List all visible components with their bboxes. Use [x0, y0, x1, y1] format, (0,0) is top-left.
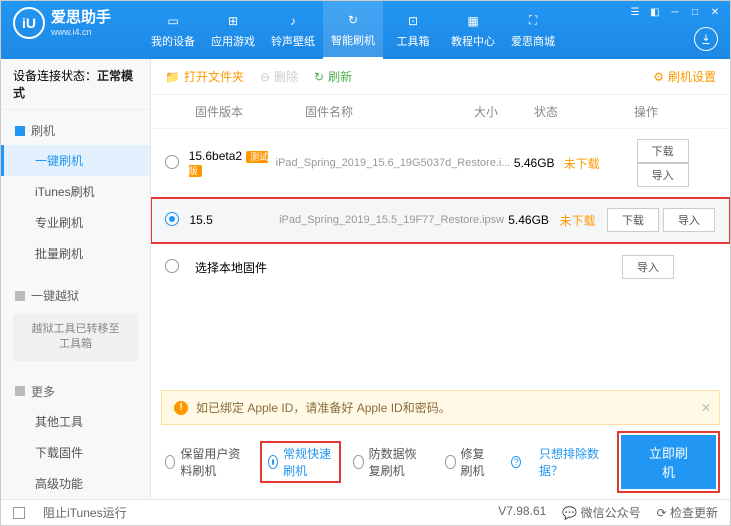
- block-itunes-checkbox[interactable]: [13, 507, 25, 519]
- col-version: 固件版本: [195, 103, 305, 120]
- appleid-warning: ! 如已绑定 Apple ID，请准备好 Apple ID和密码。 ✕: [161, 390, 720, 425]
- nav-3[interactable]: ↻智能刷机: [323, 1, 383, 59]
- wechat-link[interactable]: 💬 微信公众号: [562, 504, 640, 521]
- row-size: 5.46GB: [504, 213, 553, 227]
- firmware-row[interactable]: 15.5iPad_Spring_2019_15.5_19F77_Restore.…: [151, 198, 730, 243]
- sidebar-item-iTunes刷机[interactable]: iTunes刷机: [1, 176, 150, 207]
- row-status: 未下载: [558, 155, 605, 172]
- mode-option-1[interactable]: 常规快速刷机: [260, 441, 341, 483]
- nav-0[interactable]: ▭我的设备: [143, 1, 203, 59]
- statusbar: 阻止iTunes运行 V7.98.61 💬 微信公众号 ⟳ 检查更新: [1, 499, 730, 525]
- row-radio[interactable]: [165, 155, 179, 169]
- sidebar-head-more[interactable]: 更多: [1, 377, 150, 406]
- app-url: www.i4.cn: [51, 27, 111, 38]
- toolbar: 📁 打开文件夹 ⊖ 删除 ↻ 刷新 ⚙ 刷机设置: [151, 59, 730, 95]
- connection-status: 设备连接状态：正常模式: [1, 59, 150, 110]
- warning-close-icon[interactable]: ✕: [701, 401, 711, 415]
- import-button[interactable]: 导入: [663, 208, 715, 232]
- sidebar-head-jailbreak[interactable]: 一键越狱: [1, 281, 150, 310]
- nav-icon-3: ↻: [344, 11, 362, 29]
- import-button[interactable]: 导入: [637, 163, 689, 187]
- sidebar-item-高级功能[interactable]: 高级功能: [1, 468, 150, 499]
- row-filename: iPad_Spring_2019_15.5_19F77_Restore.ipsw: [279, 214, 504, 226]
- firmware-row[interactable]: 15.6beta2测试版iPad_Spring_2019_15.6_19G503…: [151, 129, 730, 198]
- exclude-data-link[interactable]: 只想排除数据？: [539, 445, 603, 479]
- download-icon[interactable]: [694, 27, 718, 51]
- nav-icon-6: ⛶: [524, 12, 542, 30]
- sidebar-item-其他工具[interactable]: 其他工具: [1, 406, 150, 437]
- local-import-button[interactable]: 导入: [622, 255, 674, 279]
- app-title: 爱思助手: [51, 9, 111, 27]
- check-update-link[interactable]: ⟳ 检查更新: [657, 504, 718, 521]
- delete-button[interactable]: ⊖ 删除: [260, 68, 298, 85]
- titlebar: iU 爱思助手 www.i4.cn ▭我的设备⊞应用游戏♪铃声壁纸↻智能刷机⊡工…: [1, 1, 730, 59]
- row-radio[interactable]: [165, 212, 179, 226]
- mode-option-0[interactable]: 保留用户资料刷机: [165, 445, 248, 479]
- col-ops: 操作: [576, 103, 716, 120]
- col-status: 状态: [516, 103, 576, 120]
- sidebar-item-一键刷机[interactable]: 一键刷机: [1, 145, 150, 176]
- main-nav: ▭我的设备⊞应用游戏♪铃声壁纸↻智能刷机⊡工具箱▦教程中心⛶爱思商城: [143, 1, 563, 59]
- nav-icon-0: ▭: [164, 12, 182, 30]
- col-name: 固件名称: [305, 103, 456, 120]
- row-size: 5.46GB: [511, 156, 558, 170]
- minimize-icon[interactable]: ─: [666, 5, 684, 19]
- row-status: 未下载: [553, 212, 602, 229]
- nav-5[interactable]: ▦教程中心: [443, 1, 503, 59]
- row-version: 15.5: [189, 213, 279, 227]
- flash-settings-button[interactable]: ⚙ 刷机设置: [653, 68, 716, 85]
- theme-icon[interactable]: ◧: [646, 5, 664, 19]
- nav-icon-4: ⊡: [404, 12, 422, 30]
- sidebar-head-flash[interactable]: 刷机: [1, 116, 150, 145]
- local-firmware-radio[interactable]: [165, 259, 179, 273]
- nav-2[interactable]: ♪铃声壁纸: [263, 1, 323, 59]
- mode-radio[interactable]: [165, 455, 175, 469]
- open-folder-button[interactable]: 📁 打开文件夹: [165, 68, 244, 85]
- col-size: 大小: [456, 103, 516, 120]
- local-firmware-label: 选择本地固件: [195, 259, 576, 276]
- refresh-button[interactable]: ↻ 刷新: [314, 68, 352, 85]
- sidebar-item-批量刷机[interactable]: 批量刷机: [1, 238, 150, 269]
- nav-4[interactable]: ⊡工具箱: [383, 1, 443, 59]
- nav-icon-5: ▦: [464, 12, 482, 30]
- flash-now-button[interactable]: 立即刷机: [621, 435, 716, 489]
- flash-mode-bar: 保留用户资料刷机常规快速刷机防数据恢复刷机修复刷机 ? 只想排除数据？ 立即刷机: [151, 425, 730, 499]
- mode-radio[interactable]: [353, 455, 363, 469]
- nav-icon-2: ♪: [284, 12, 302, 30]
- row-version: 15.6beta2测试版: [189, 149, 276, 177]
- sidebar-item-下载固件[interactable]: 下载固件: [1, 437, 150, 468]
- warning-icon: !: [174, 401, 188, 415]
- mode-radio[interactable]: [268, 455, 278, 469]
- logo: iU 爱思助手 www.i4.cn: [1, 1, 123, 45]
- mode-option-3[interactable]: 修复刷机: [445, 445, 493, 479]
- logo-icon: iU: [13, 7, 45, 39]
- download-button[interactable]: 下载: [607, 208, 659, 232]
- nav-6[interactable]: ⛶爱思商城: [503, 1, 563, 59]
- firmware-table: 固件版本 固件名称 大小 状态 操作 15.6beta2测试版iPad_Spri…: [151, 95, 730, 384]
- maximize-icon[interactable]: □: [686, 5, 704, 19]
- menu-icon[interactable]: ☰: [626, 5, 644, 19]
- row-filename: iPad_Spring_2019_15.6_19G5037d_Restore.i…: [276, 157, 511, 169]
- jailbreak-note: 越狱工具已转移至 工具箱: [13, 314, 138, 361]
- close-icon[interactable]: ✕: [706, 5, 724, 19]
- nav-1[interactable]: ⊞应用游戏: [203, 1, 263, 59]
- info-icon[interactable]: ?: [511, 456, 521, 468]
- mode-radio[interactable]: [445, 455, 455, 469]
- nav-icon-1: ⊞: [224, 12, 242, 30]
- version-label: V7.98.61: [498, 504, 546, 521]
- sidebar-item-专业刷机[interactable]: 专业刷机: [1, 207, 150, 238]
- mode-option-2[interactable]: 防数据恢复刷机: [353, 445, 427, 479]
- download-button[interactable]: 下载: [637, 139, 689, 163]
- sidebar: 设备连接状态：正常模式 刷机 一键刷机iTunes刷机专业刷机批量刷机 一键越狱…: [1, 59, 151, 499]
